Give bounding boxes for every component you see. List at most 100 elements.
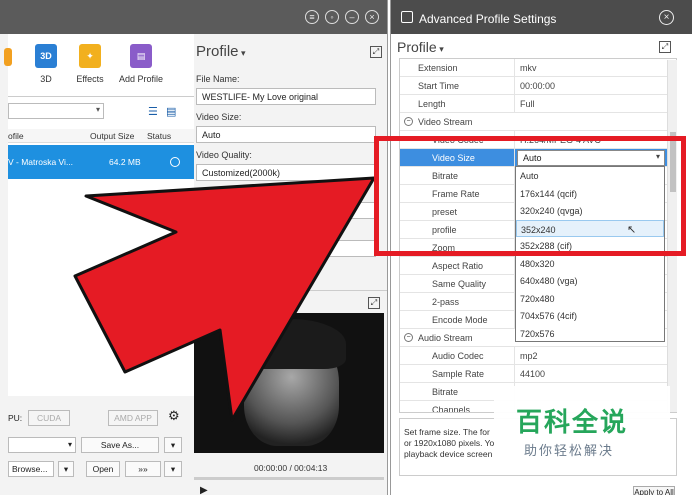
- amd-app-button[interactable]: AMD APP: [108, 410, 158, 426]
- play-icon[interactable]: ▶: [200, 485, 208, 495]
- minimize-icon[interactable]: –: [345, 10, 359, 24]
- property-row[interactable]: Length Full: [400, 95, 676, 113]
- 3d-icon: 3D: [35, 44, 57, 68]
- cpu-label: PU:: [8, 413, 23, 423]
- row-size: 64.2 MB: [109, 157, 141, 167]
- detail-view-icon[interactable]: ▤: [166, 105, 176, 118]
- video-size-option[interactable]: 720x480: [516, 290, 664, 308]
- destination-select[interactable]: ▾: [8, 437, 76, 453]
- video-size-option[interactable]: 704x576 (4cif): [516, 307, 664, 325]
- property-name: Aspect Ratio: [432, 261, 484, 271]
- video-quality-select[interactable]: Customized(2000k): [196, 164, 376, 181]
- add-profile-icon: ▤: [130, 44, 152, 68]
- column-divider: [514, 347, 515, 365]
- close-icon[interactable]: ×: [659, 10, 674, 25]
- watermark: 百科全说 助你轻松解决: [494, 386, 670, 466]
- property-name: Video Stream: [418, 117, 473, 127]
- file-name-input[interactable]: WESTLIFE- My Love original: [196, 88, 376, 105]
- clock-icon: [170, 157, 180, 167]
- menu-icon[interactable]: ≡: [305, 10, 319, 24]
- col-output-size[interactable]: Output Size: [90, 131, 134, 141]
- convert-dropdown[interactable]: ▾: [164, 461, 182, 477]
- highlight-box: [374, 136, 686, 256]
- main-titlebar: ≡ ◦ – ×: [0, 0, 387, 34]
- close-icon[interactable]: ×: [365, 10, 379, 24]
- open-button[interactable]: Open: [86, 461, 120, 477]
- col-status[interactable]: Status: [147, 131, 171, 141]
- chevron-down-icon: ▾: [67, 440, 72, 449]
- save-as-dropdown[interactable]: ▾: [164, 437, 182, 453]
- collapse-icon[interactable]: −: [404, 333, 413, 342]
- property-value[interactable]: 00:00:00: [520, 81, 555, 91]
- column-divider: [514, 59, 515, 77]
- tool-3d-label: 3D: [40, 74, 52, 84]
- expand-icon[interactable]: ⤢: [370, 46, 382, 58]
- seek-bar[interactable]: [194, 477, 384, 480]
- effects-icon: ✦: [79, 44, 101, 68]
- watermark-logo: 百科全说: [516, 408, 629, 438]
- apply-to-all-button[interactable]: Apply to All: [633, 486, 675, 495]
- property-value[interactable]: mkv: [520, 63, 537, 73]
- chevron-down-icon: ▾: [95, 105, 100, 114]
- tool-add-profile[interactable]: ▤ Add Profile: [111, 44, 171, 84]
- video-preview[interactable]: [194, 313, 384, 453]
- property-row[interactable]: Start Time 00:00:00: [400, 77, 676, 95]
- filter-select[interactable]: ▾: [8, 103, 104, 119]
- browse-dropdown[interactable]: ▾: [58, 461, 74, 477]
- property-name: Audio Codec: [432, 351, 484, 361]
- collapse-icon[interactable]: −: [404, 117, 413, 126]
- column-divider: [514, 95, 515, 113]
- dialog-title: Advanced Profile Settings: [419, 12, 557, 26]
- cuda-button[interactable]: CUDA: [28, 410, 70, 426]
- column-divider: [514, 77, 515, 95]
- tool-add-profile-label: Add Profile: [118, 74, 164, 84]
- save-as-button[interactable]: Save As...: [81, 437, 159, 453]
- property-name: Channels: [432, 405, 471, 413]
- video-size-option[interactable]: 480x320: [516, 255, 664, 273]
- property-name: Sample Rate: [432, 369, 485, 379]
- browse-select[interactable]: Browse...: [8, 461, 54, 477]
- col-profile[interactable]: ofile: [8, 131, 24, 141]
- list-view-icon[interactable]: ☰: [148, 105, 158, 118]
- audio-option-select[interactable]: [196, 240, 376, 257]
- profile-title[interactable]: Profile ▾: [196, 43, 246, 60]
- property-row[interactable]: Audio Codec mp2: [400, 347, 676, 365]
- profile-panel: Profile ▾ ⤢ File Name: WESTLIFE- My Love…: [194, 34, 387, 290]
- toolbar: 3D 3D ✦ Effects ▤ Add Profile: [4, 34, 194, 96]
- property-row[interactable]: Extension mkv: [400, 59, 676, 77]
- row-profile: V - Matroska Vi...: [8, 157, 74, 167]
- file-list-panel: ▾ ☰ ▤ ofile Output Size Status V - Matro…: [8, 96, 194, 396]
- convert-button[interactable]: »»: [125, 461, 161, 477]
- gear-icon[interactable]: ⚙: [168, 408, 180, 424]
- property-name: Bitrate: [432, 387, 459, 397]
- video-quality-label: Video Quality:: [196, 150, 252, 160]
- property-category[interactable]: − Video Stream: [400, 113, 676, 131]
- property-name: Length: [418, 99, 446, 109]
- property-name: Same Quality: [432, 279, 487, 289]
- preview-expand-icon[interactable]: ⤢: [368, 297, 380, 309]
- property-value[interactable]: mp2: [520, 351, 538, 361]
- watermark-subtitle: 助你轻松解决: [524, 444, 615, 459]
- column-divider: [514, 365, 515, 383]
- audio-quality-select[interactable]: [196, 202, 376, 219]
- settings-icon[interactable]: ◦: [325, 10, 339, 24]
- video-size-option[interactable]: 720x576: [516, 325, 664, 343]
- dialog-titlebar: Advanced Profile Settings ×: [391, 0, 692, 34]
- time-readout: 00:00:00 / 00:04:13: [254, 463, 328, 473]
- property-value[interactable]: Full: [520, 99, 535, 109]
- dialog-profile-title[interactable]: Profile ▾: [397, 39, 444, 55]
- video-size-select[interactable]: Auto: [196, 126, 376, 143]
- property-value[interactable]: 44100: [520, 369, 545, 379]
- expand-icon[interactable]: ⤢: [659, 41, 671, 53]
- property-row[interactable]: Sample Rate 44100: [400, 365, 676, 383]
- property-name: Encode Mode: [432, 315, 488, 325]
- video-subject-hair: [236, 319, 346, 369]
- table-row[interactable]: V - Matroska Vi... 64.2 MB: [8, 145, 194, 179]
- property-name: Audio Stream: [418, 333, 473, 343]
- property-name: 2-pass: [432, 297, 460, 307]
- video-size-option[interactable]: 640x480 (vga): [516, 272, 664, 290]
- partial-tool-icon[interactable]: [4, 48, 12, 66]
- property-name: Start Time: [418, 81, 460, 91]
- tool-effects-label: Effects: [76, 74, 104, 84]
- app-icon: [401, 11, 413, 23]
